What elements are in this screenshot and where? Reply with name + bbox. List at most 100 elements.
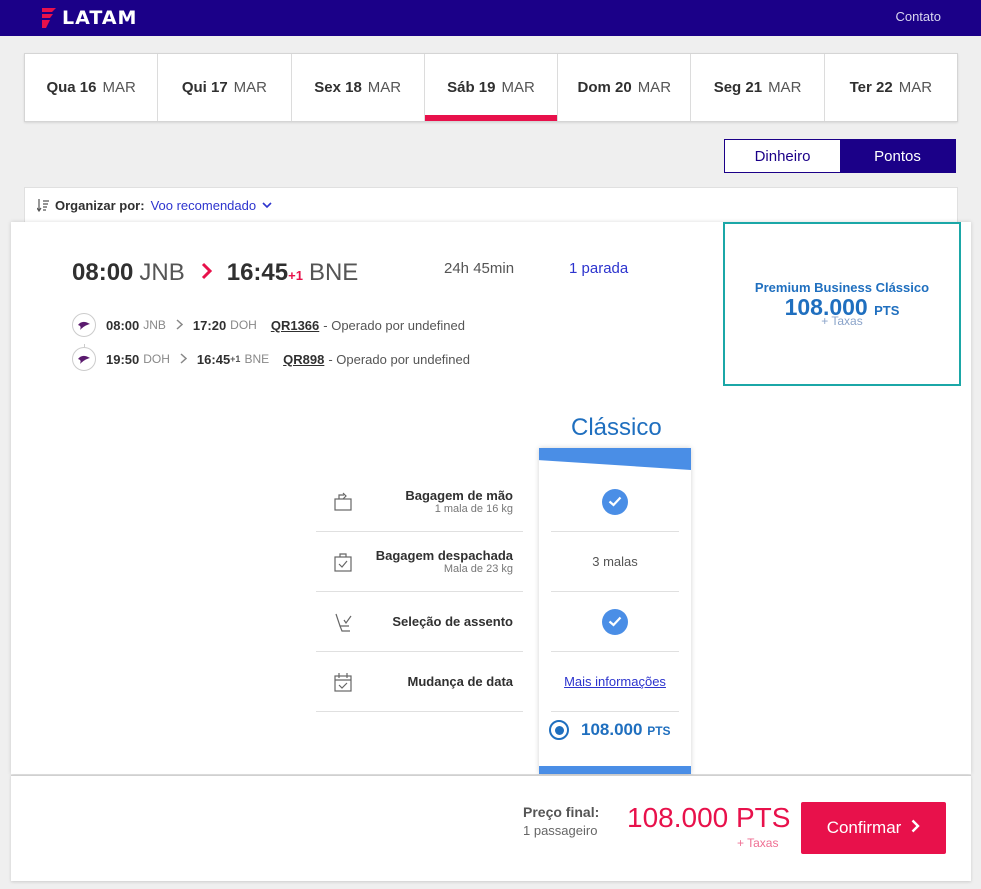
date-selector: Qua 16 MAR Qui 17 MAR Sex 18 MAR Sáb 19 MAR … (24, 53, 958, 122)
sort-dropdown[interactable]: Voo recomendado (151, 198, 257, 213)
contact-link[interactable]: Contato (895, 9, 941, 24)
brand-name: LATAM (62, 7, 138, 29)
date-tab[interactable]: Dom 20 MAR (558, 54, 692, 121)
money-toggle-button[interactable]: Dinheiro (725, 140, 840, 172)
chevron-right-icon (201, 256, 213, 287)
latam-logo[interactable]: LATAM (40, 6, 137, 30)
selected-fare-card[interactable]: Premium Business Clássico 108.000 PTS + … (723, 222, 961, 386)
date-tab[interactable]: Sex 18 MAR (292, 54, 425, 121)
feature-detail: Mala de 23 kg (443, 563, 513, 575)
confirm-label: Confirmar (826, 818, 902, 837)
classic-price-value: 108.000 (581, 720, 643, 739)
classic-fare-column[interactable]: 3 malas Mais informações 108.000 PTS (539, 448, 691, 774)
segment-arrive-time: 16:45 (196, 351, 231, 367)
currency-toggle: Dinheiro Pontos (724, 139, 956, 173)
feature-name: Bagagem despachada (375, 548, 513, 563)
date-month: MAR (768, 79, 802, 96)
column-header-bar (539, 448, 691, 470)
check-icon (602, 488, 628, 515)
date-month: MAR (233, 79, 268, 96)
classic-date-change-cell: Mais informações (551, 652, 679, 712)
check-icon (602, 608, 628, 635)
date-month: MAR (367, 79, 402, 96)
classic-fare-title: Clássico (571, 414, 662, 441)
date-day: Sáb 19 (447, 79, 496, 96)
flight-card: 08:00 JNB 16:45 +1 BNE 24h 45min 1 parada… (11, 222, 971, 774)
classic-checked-bag-cell: 3 malas (551, 532, 679, 592)
airline-icon (72, 347, 96, 371)
segment-depart-time: 08:00 (106, 317, 140, 333)
date-month: MAR (637, 79, 672, 96)
date-day: Ter 22 (849, 79, 893, 96)
date-tab[interactable]: Ter 22 MAR (825, 54, 957, 121)
feature-checked-bag: Bagagem despachada Mala de 23 kg (316, 532, 523, 592)
classic-price-unit: PTS (647, 724, 671, 738)
date-month: MAR (102, 79, 136, 96)
date-tab-selected[interactable]: Sáb 19 MAR (424, 54, 559, 121)
date-tab[interactable]: Qua 16 MAR (25, 54, 159, 121)
calendar-icon (334, 673, 352, 692)
feature-detail: 1 mala de 16 kg (434, 503, 513, 515)
final-price-label: Preço final: (523, 804, 600, 820)
chevron-right-icon (180, 351, 188, 367)
sort-icon (37, 199, 49, 212)
classic-carry-on-cell (551, 472, 679, 532)
passenger-count: 1 passageiro (523, 823, 598, 838)
segment-depart-airport: DOH (143, 352, 170, 366)
arrive-airport: BNE (308, 259, 359, 286)
sort-label: Organizar por: (55, 197, 145, 213)
classic-fare-radio[interactable]: 108.000 PTS (549, 720, 671, 740)
arrive-time: 16:45 (226, 259, 289, 286)
date-day: Seg 21 (713, 79, 763, 96)
radio-selected-icon[interactable] (549, 720, 569, 740)
day-offset: +1 (230, 354, 241, 364)
date-month: MAR (501, 79, 535, 96)
points-toggle-button[interactable]: Pontos (840, 140, 955, 172)
segment-depart-airport: JNB (143, 318, 166, 332)
segment-row: 08:00 JNB 17:20 DOH QR1366 - Operado por… (72, 313, 465, 337)
final-taxes: + Taxas (737, 836, 779, 850)
depart-time: 08:00 (72, 259, 134, 286)
seat-icon (335, 613, 352, 632)
more-info-link[interactable]: Mais informações (564, 674, 666, 689)
segment-arrive-time: 17:20 (192, 317, 227, 333)
final-price: 108.000 PTS (627, 802, 791, 833)
fare-taxes: + Taxas (821, 314, 863, 329)
feature-name: Seleção de assento (392, 614, 513, 629)
confirm-button[interactable]: Confirmar (801, 802, 946, 854)
feature-name: Mudança de data (407, 674, 513, 689)
price-footer: Preço final: 1 passageiro 108.000 PTS + … (11, 775, 971, 881)
stops-link[interactable]: 1 parada (569, 260, 628, 277)
date-day: Dom 20 (577, 79, 632, 96)
flight-duration: 24h 45min (444, 260, 515, 277)
flight-number-link[interactable]: QR898 (283, 352, 324, 367)
column-footer-bar (539, 766, 691, 774)
operator-text: - Operado por undefined (323, 317, 465, 333)
top-bar: LATAM Contato (0, 0, 981, 36)
chevron-right-icon (911, 818, 921, 838)
date-day: Qui 17 (181, 79, 228, 96)
segment-depart-time: 19:50 (106, 351, 140, 367)
fare-price-unit: PTS (874, 302, 900, 318)
date-tab[interactable]: Qui 17 MAR (158, 54, 292, 121)
operator-text: - Operado por undefined (328, 351, 470, 367)
latam-logo-icon (42, 8, 56, 28)
chevron-right-icon (176, 317, 184, 333)
feature-carry-on: Bagagem de mão 1 mala de 16 kg (316, 472, 523, 532)
classic-seat-cell (551, 592, 679, 652)
date-tab[interactable]: Seg 21 MAR (691, 54, 825, 121)
feature-date-change: Mudança de data (316, 652, 523, 712)
flight-summary: 08:00 JNB 16:45 +1 BNE (72, 256, 358, 287)
feature-name: Bagagem de mão (405, 488, 513, 503)
depart-airport: JNB (139, 259, 185, 286)
flight-number-link[interactable]: QR1366 (271, 318, 319, 333)
segment-row: 19:50 DOH 16:45 +1 BNE QR898 - Operado po… (72, 347, 470, 371)
date-month: MAR (898, 79, 933, 96)
date-day: Sex 18 (314, 79, 362, 96)
carry-on-bag-icon (334, 492, 352, 511)
sort-bar: Organizar por: Voo recomendado (24, 187, 958, 223)
classic-price: 108.000 PTS (581, 720, 671, 740)
fare-name: Premium Business Clássico (754, 279, 930, 295)
segment-arrive-airport: BNE (244, 352, 270, 366)
chevron-down-icon[interactable] (262, 198, 272, 212)
